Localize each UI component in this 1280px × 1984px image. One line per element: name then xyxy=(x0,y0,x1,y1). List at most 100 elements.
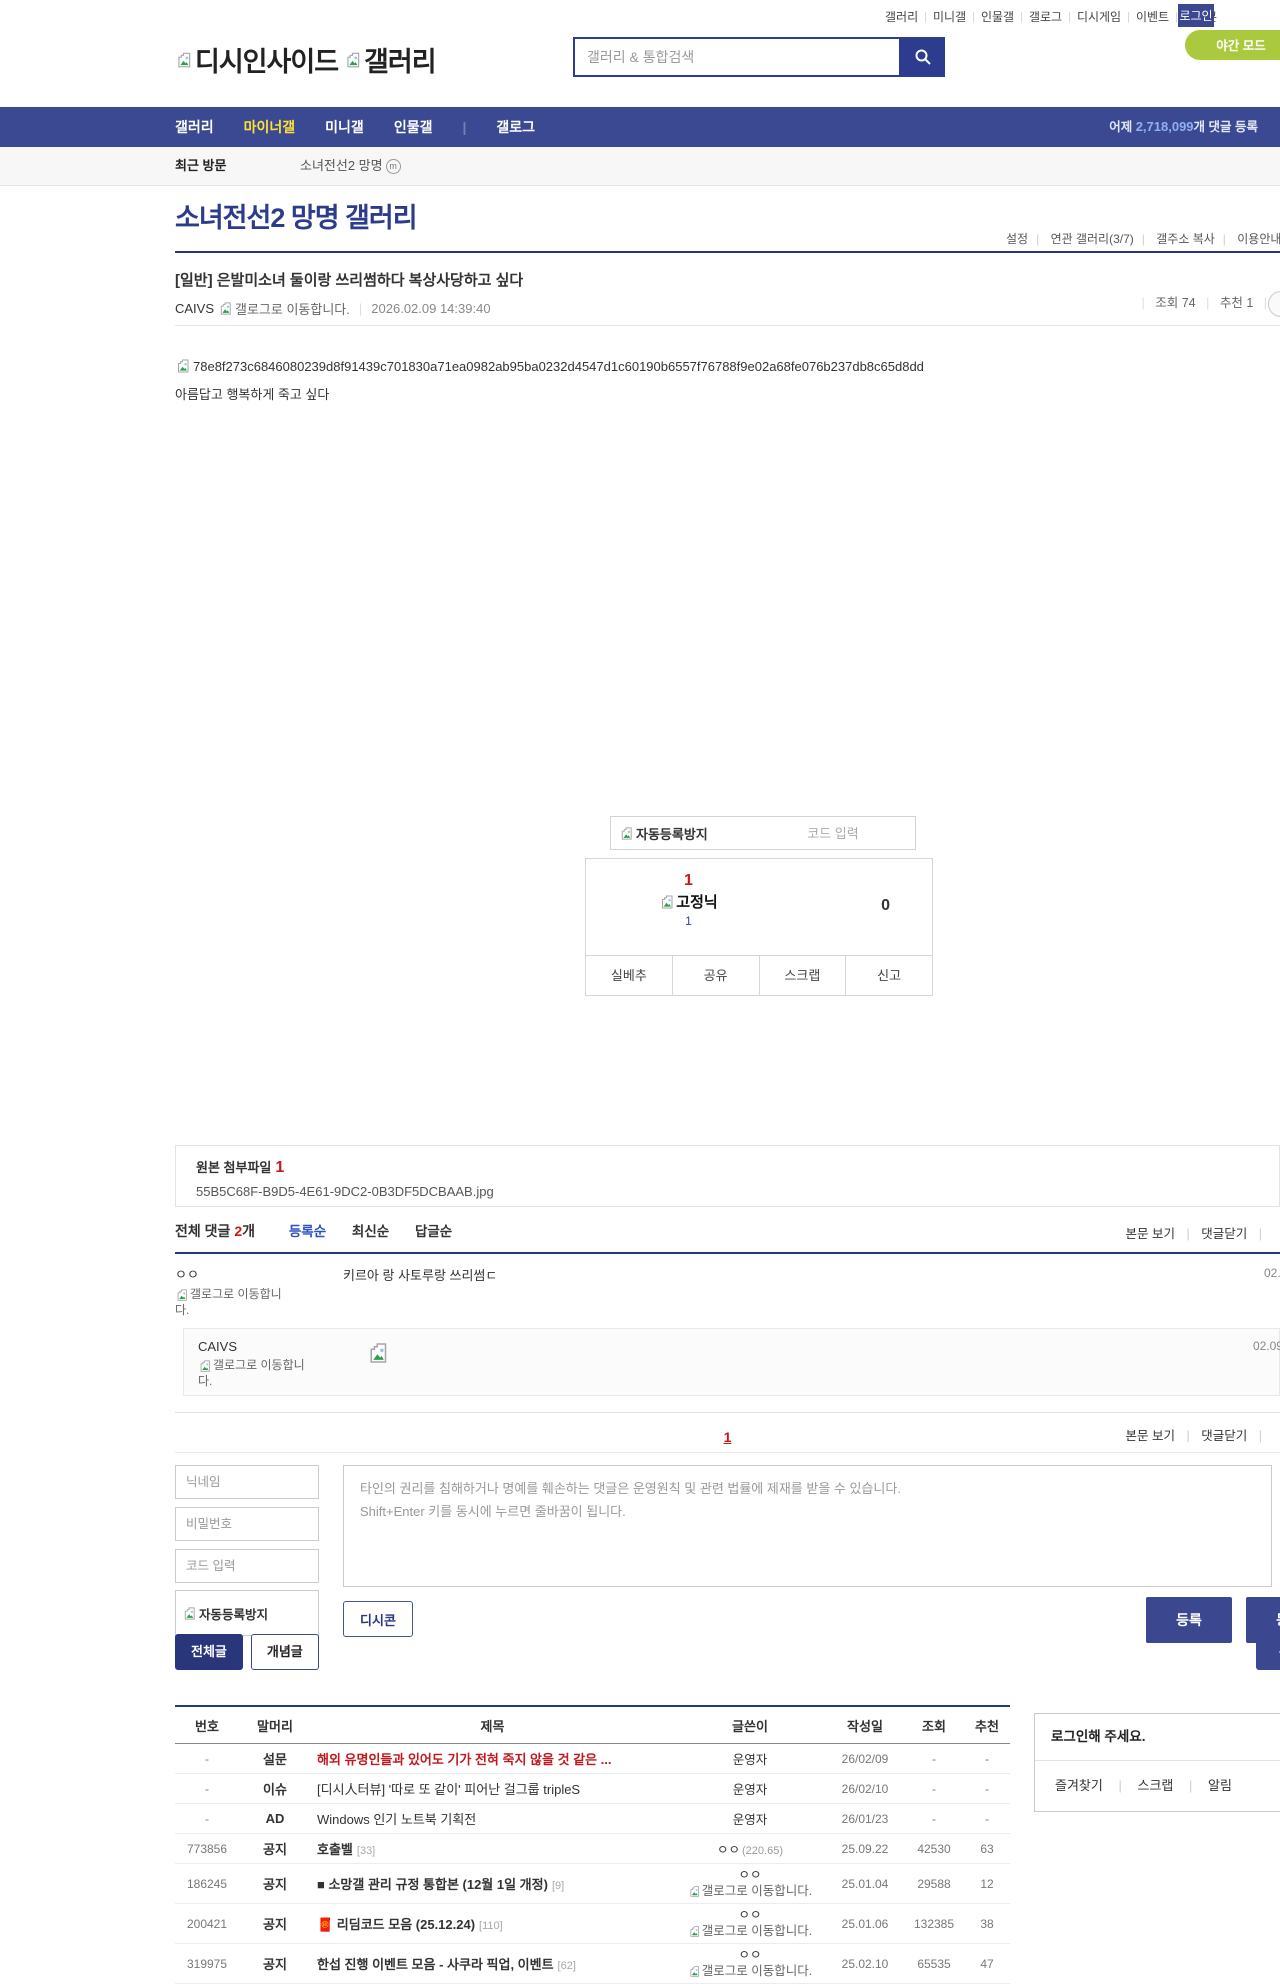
top-link-persongal[interactable]: 인물갤 xyxy=(981,8,1014,25)
night-mode-button[interactable]: 야간 모드 xyxy=(1185,30,1280,60)
login-sidebar: 로그인해 주세요. 즐겨찾기 | 스크랩 | 알림 xyxy=(1034,1713,1280,1812)
comment-text: 키르아 랑 사토루랑 쓰리썸ㄷ xyxy=(343,1268,498,1283)
search-icon xyxy=(914,48,932,66)
view-post-link[interactable]: 본문 보기 xyxy=(1126,1429,1175,1443)
broken-image-icon xyxy=(688,1965,701,1978)
comment-count-badge: [62] xyxy=(557,1960,576,1972)
post-link[interactable]: [디시人터뷰] '따로 또 같이' 피어난 걸그룹 tripleS xyxy=(311,1779,674,1798)
downvote-count[interactable]: 0 xyxy=(881,897,890,915)
post-link[interactable]: 해외 유명인들과 있어도 기가 전혀 죽지 않을 것 같은 ... xyxy=(311,1749,674,1768)
post-header: [일반] 은발미소녀 둘이랑 쓰리썸하다 복상사당하고 싶다 CAIVS 갤로그… xyxy=(175,253,1280,326)
view-post-link[interactable]: 본문 보기 xyxy=(1126,1227,1175,1241)
table-row: 773856 공지 호출벨 [33] ㅇㅇ (220.65) 25.09.22 42… xyxy=(175,1834,1010,1864)
copy-address-link[interactable]: 갤주소 복사 xyxy=(1156,232,1215,246)
comment-total: 전체 댓글 2개 xyxy=(175,1223,255,1239)
gallery-title[interactable]: 소녀전선2 망명 갤러리 xyxy=(175,196,418,235)
tab-all-posts[interactable]: 전체글 xyxy=(175,1634,243,1670)
recent-visit-label: 최근 방문 xyxy=(175,158,227,173)
sort-reply[interactable]: 답글순 xyxy=(415,1224,452,1239)
yesterday-comment-count: 어제 2,718,099개 댓글 등록 xyxy=(1109,119,1258,134)
silbechu-button[interactable]: 실베추 xyxy=(586,956,672,996)
login-message: 로그인해 주세요. xyxy=(1035,1714,1280,1761)
dcinside-gallery-page: { "top_bar": { "links": ["갤러리", "미니갤", "… xyxy=(0,0,1280,1984)
search-input[interactable] xyxy=(573,37,901,77)
gallog-link[interactable]: 갤로그로 이동합니다. xyxy=(235,299,350,318)
password-input[interactable] xyxy=(175,1507,319,1541)
search-button[interactable] xyxy=(901,37,945,77)
table-row: 319975 공지 한섭 진행 이벤트 모음 - 사쿠라 픽업, 이벤트 [62]… xyxy=(175,1944,1010,1984)
attachment-filename[interactable]: 55B5C68F-B9D5-4E61-9DC2-0B3DF5DCBAAB.jpg xyxy=(196,1184,1259,1199)
write-post-button[interactable]: 글쓰기 xyxy=(1256,1634,1280,1670)
post-list-table: 번호 말머리 제목 글쓴이 작성일 조회 추천 - 설문 해외 유명인들과 있어… xyxy=(175,1705,1010,1984)
tab-best-posts[interactable]: 개념글 xyxy=(250,1634,319,1670)
top-link-dcgame[interactable]: 디시게임 xyxy=(1077,8,1121,25)
comment-textarea[interactable]: 타인의 권리를 침해하거나 명예를 훼손하는 댓글은 운영원칙 및 관련 법률에… xyxy=(343,1465,1272,1587)
code-input[interactable] xyxy=(175,1549,319,1583)
breadcrumb: 최근 방문 소녀전선2 망명 m xyxy=(0,147,1280,186)
nav-item-gallog[interactable]: 갤로그 xyxy=(496,107,535,147)
top-link-event[interactable]: 이벤트 xyxy=(1136,8,1169,25)
post-link[interactable]: 🧧 리딤코드 모음 (25.12.24) xyxy=(317,1917,475,1932)
usage-guide-link[interactable]: 이용안내 xyxy=(1237,232,1280,246)
post-link[interactable]: Windows 인기 노트북 기획전 xyxy=(311,1809,674,1828)
post-title: [일반] 은발미소녀 둘이랑 쓰리썸하다 복상사당하고 싶다 xyxy=(175,272,524,289)
comment-gallog-link[interactable]: 갤로그로 이동합니다. xyxy=(175,1287,287,1318)
top-link-gallery[interactable]: 갤러리 xyxy=(885,8,918,25)
favorites-link[interactable]: 즐겨찾기 xyxy=(1055,1778,1103,1793)
attachment-count: 1 xyxy=(275,1159,285,1176)
site-logo[interactable]: 디시인사이드 갤러리 xyxy=(175,40,437,79)
upvote-member-count: 1 xyxy=(685,914,692,928)
broken-image-icon xyxy=(175,358,191,374)
author-link[interactable]: ㅇㅇ 갤로그로 이동합니다. xyxy=(674,1868,826,1899)
comment-submit-button[interactable]: 등록 xyxy=(1146,1597,1232,1643)
author-link[interactable]: ㅇㅇ 갤로그로 이동합니다. xyxy=(674,1948,826,1979)
comment-page-1[interactable]: 1 xyxy=(724,1429,732,1445)
share-button[interactable]: 공유 xyxy=(671,956,759,996)
post-link[interactable]: 호출벨 xyxy=(317,1842,353,1857)
comment-dccon xyxy=(366,1339,1279,1385)
top-link-gallog[interactable]: 갤로그 xyxy=(1029,8,1062,25)
nav-item-minigal[interactable]: 미니갤 xyxy=(325,107,364,147)
notifications-link[interactable]: 알림 xyxy=(1208,1778,1232,1793)
upvote-area[interactable]: 1 고정닉 1 xyxy=(586,872,791,928)
gallery-settings-link[interactable]: 설정 xyxy=(1006,232,1028,246)
dccon-button[interactable]: 디시콘 xyxy=(343,1601,413,1637)
close-comments-link[interactable]: 댓글닫기 xyxy=(1201,1227,1247,1241)
author-link[interactable]: ㅇㅇ (220.65) xyxy=(674,1839,826,1858)
report-button[interactable]: 신고 xyxy=(845,956,932,996)
comment-count-badge: [33] xyxy=(356,1845,376,1857)
post-author[interactable]: CAIVS xyxy=(175,301,214,316)
comment-author[interactable]: ㅇㅇ xyxy=(175,1264,343,1283)
scrap-button[interactable]: 스크랩 xyxy=(758,956,846,996)
recommend-captcha: 자동등록방지 xyxy=(610,816,916,850)
captcha-code-input[interactable] xyxy=(761,824,905,842)
sort-newest[interactable]: 최신순 xyxy=(352,1224,389,1239)
top-link-minigal[interactable]: 미니갤 xyxy=(933,8,966,25)
comment-form: 자동등록방지 타인의 권리를 침해하거나 명예를 훼손하는 댓글은 운영원칙 및… xyxy=(175,1452,1280,1649)
recent-visit-gallery[interactable]: 소녀전선2 망명 m xyxy=(300,147,401,185)
nav-item-gallery[interactable]: 갤러리 xyxy=(175,107,214,147)
captcha-alt-label: 자동등록방지 xyxy=(636,826,708,842)
login-button[interactable]: 로그인 xyxy=(1178,4,1214,27)
broken-image-icon xyxy=(688,1885,701,1898)
close-comments-link[interactable]: 댓글닫기 xyxy=(1201,1429,1247,1443)
nav-item-minorgal[interactable]: 마이너갤 xyxy=(244,107,296,147)
table-row: 186245 공지 ■ 소망갤 관리 규정 통합본 (12월 1일 개정) [9]… xyxy=(175,1864,1010,1904)
comment-count-badge: [9] xyxy=(551,1880,565,1892)
table-row: - 이슈 [디시人터뷰] '따로 또 같이' 피어난 걸그룹 tripleS 운… xyxy=(175,1774,1010,1804)
author-link[interactable]: ㅇㅇ 갤로그로 이동합니다. xyxy=(674,1908,826,1939)
comment-author[interactable]: CAIVS xyxy=(198,1339,237,1354)
post-link[interactable]: 한섭 진행 이벤트 모음 - 사쿠라 픽업, 이벤트 xyxy=(317,1957,554,1972)
comment-gallog-link[interactable]: 갤로그로 이동합니다. xyxy=(198,1358,310,1389)
comments-section: 전체 댓글 2개 등록순 최신순 답글순 본문 보기 | 댓글닫기 | ㅇㅇ 갤… xyxy=(175,1220,1280,1461)
broken-image-icon xyxy=(175,51,193,69)
related-galleries-link[interactable]: 연관 갤러리(3/7) xyxy=(1051,232,1134,246)
comment-item: ㅇㅇ 갤로그로 이동합니다. 키르아 랑 사토루랑 쓰리썸ㄷ 02.09 xyxy=(175,1254,1280,1326)
post-link[interactable]: ■ 소망갤 관리 규정 통합본 (12월 1일 개정) xyxy=(317,1877,548,1892)
form-captcha: 자동등록방지 xyxy=(175,1590,319,1636)
sort-registered[interactable]: 등록순 xyxy=(289,1224,326,1239)
nav-item-persongal[interactable]: 인물갤 xyxy=(394,107,433,147)
post-stats: | 조회 74 | 추천 1 | xyxy=(1141,296,1267,310)
nickname-input[interactable] xyxy=(175,1465,319,1499)
scrap-link[interactable]: 스크랩 xyxy=(1137,1778,1173,1793)
